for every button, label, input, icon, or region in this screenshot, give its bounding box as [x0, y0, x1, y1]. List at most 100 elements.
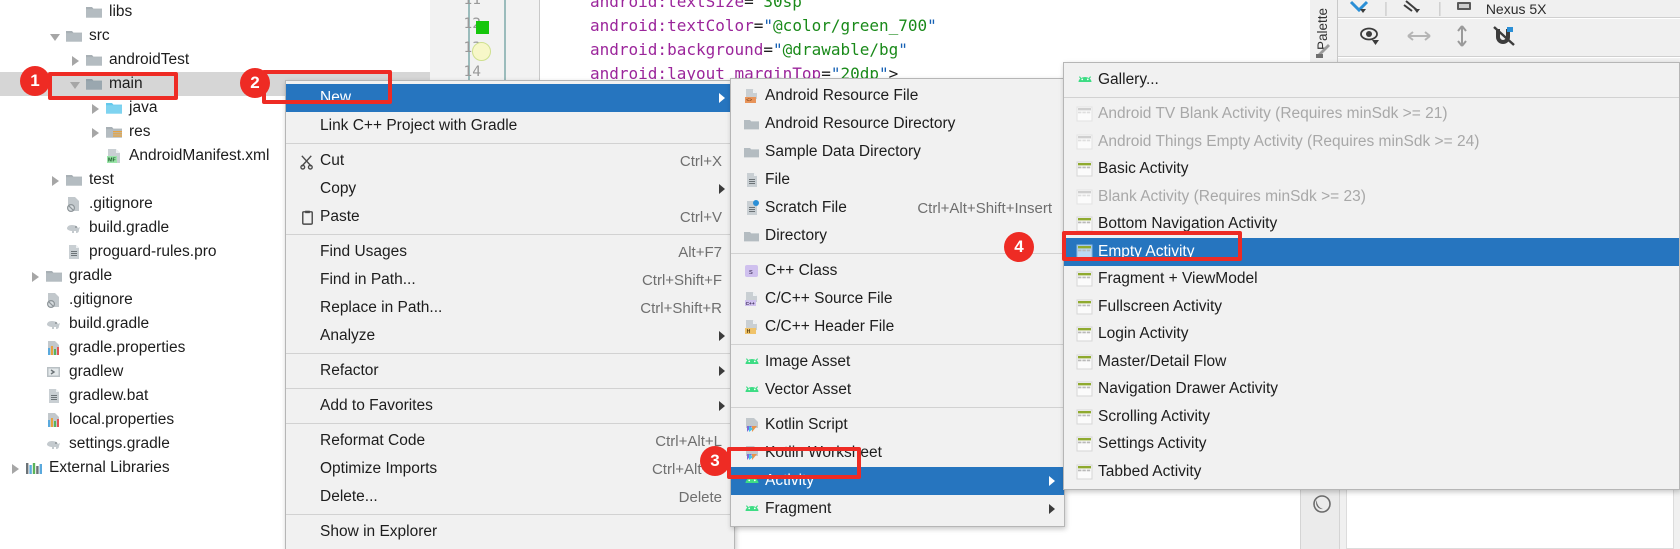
activity-item-tabbed-activity[interactable]: Tabbed Activity — [1064, 458, 1679, 486]
tree-item-androidtest[interactable]: androidTest — [0, 48, 430, 72]
menu-item-reformat-code[interactable]: Reformat Code Ctrl+Alt+L — [286, 427, 734, 455]
color-preview-icon[interactable] — [472, 42, 491, 65]
folder-icon — [739, 228, 765, 244]
menu-item-add-to-favorites[interactable]: Add to Favorites — [286, 392, 734, 420]
new-item-scratch-file[interactable]: Scratch File Ctrl+Alt+Shift+Insert — [731, 194, 1064, 222]
globe-icon[interactable] — [1312, 494, 1332, 514]
tree-twisty-open-icon[interactable] — [70, 79, 81, 90]
tree-twisty-closed-icon[interactable] — [90, 127, 101, 138]
device-label[interactable]: Nexus 5X — [1486, 1, 1547, 17]
cpp-class-icon: s — [739, 263, 765, 279]
new-item-image-asset[interactable]: Image Asset — [731, 348, 1064, 376]
menu-item-show-in-explorer[interactable]: Show in Explorer — [286, 518, 734, 546]
activity-item-empty-activity[interactable]: Empty Activity — [1064, 238, 1679, 266]
preview-toolbar-top[interactable]: | | Nexus 5X — [1338, 0, 1680, 18]
tree-twisty-closed-icon[interactable] — [90, 103, 101, 114]
activity-item-basic-activity[interactable]: Basic Activity — [1064, 156, 1679, 184]
component-tree-icon[interactable] — [1314, 42, 1334, 60]
tree-twisty-closed-icon[interactable] — [30, 271, 41, 282]
menu-item-link-c-project-with-gradle[interactable]: Link C++ Project with Gradle — [286, 112, 734, 140]
tree-item-src[interactable]: src — [0, 24, 430, 48]
activity-item-navigation-drawer-activity[interactable]: Navigation Drawer Activity — [1064, 376, 1679, 404]
menu-item-find-usages[interactable]: Find Usages Alt+F7 — [286, 238, 734, 266]
menu-item-label: Show in Explorer — [320, 523, 438, 540]
tree-item-label: main — [109, 75, 143, 92]
submenu-arrow-icon — [719, 366, 725, 376]
preview-toolbar[interactable] — [1338, 19, 1680, 57]
new-item-android-resource-file[interactable]: <> Android Resource File — [731, 82, 1064, 110]
activity-item-bottom-navigation-activity[interactable]: Bottom Navigation Activity — [1064, 211, 1679, 239]
menu-item-refactor[interactable]: Refactor — [286, 357, 734, 385]
new-item-android-resource-directory[interactable]: Android Resource Directory — [731, 110, 1064, 138]
new-item-c-c-header-file[interactable]: H C/C++ Header File — [731, 313, 1064, 341]
folder-gray-dark-icon — [85, 76, 103, 92]
new-submenu[interactable]: <> Android Resource File Android Resource … — [730, 78, 1065, 527]
blueprint-mode-icon[interactable] — [1402, 0, 1424, 18]
menu-item-optimize-imports[interactable]: Optimize Imports Ctrl+Alt+O — [286, 455, 734, 483]
scissors-icon — [294, 153, 320, 170]
menu-separator — [731, 407, 1064, 408]
menu-item-copy[interactable]: Copy — [286, 175, 734, 203]
activity-item-master-detail-flow[interactable]: Master/Detail Flow — [1064, 348, 1679, 376]
menu-item-label: Image Asset — [765, 353, 851, 370]
menu-item-delete[interactable]: Delete... Delete — [286, 483, 734, 511]
scratch-file-icon — [739, 200, 765, 216]
menu-item-label: C/C++ Source File — [765, 290, 893, 307]
text-file-icon — [45, 388, 63, 404]
tree-twisty-none-icon — [50, 199, 61, 210]
template-icon — [1072, 299, 1098, 315]
context-menu[interactable]: New Link C++ Project with Gradle Cut Ctrl+X… — [285, 80, 735, 549]
new-item-kotlin-script[interactable]: Kotlin Script — [731, 411, 1064, 439]
menu-item-label: Sample Data Directory — [765, 143, 921, 160]
tree-item-label: .gitignore — [69, 291, 133, 308]
new-item-activity[interactable]: Activity — [731, 467, 1064, 495]
eye-dropdown-icon[interactable] — [1360, 26, 1384, 50]
tree-twisty-closed-icon[interactable] — [10, 463, 21, 474]
menu-separator — [731, 344, 1064, 345]
breakpoint-marker-icon[interactable] — [476, 21, 489, 38]
activity-item-fragment-viewmodel[interactable]: Fragment + ViewModel — [1064, 266, 1679, 294]
new-item-fragment[interactable]: Fragment — [731, 495, 1064, 523]
menu-item-label: Basic Activity — [1098, 160, 1189, 178]
activity-item-login-activity[interactable]: Login Activity — [1064, 321, 1679, 349]
submenu-arrow-icon — [719, 401, 725, 411]
menu-separator — [286, 234, 734, 235]
tree-twisty-none-icon — [30, 295, 41, 306]
folder-icon — [739, 144, 765, 160]
new-item-c-c-source-file[interactable]: C++ C/C++ Source File — [731, 285, 1064, 313]
gitignore-icon — [65, 196, 83, 212]
design-mode-icon[interactable] — [1348, 0, 1370, 18]
menu-item-label: Navigation Drawer Activity — [1098, 380, 1279, 398]
new-item-vector-asset[interactable]: Vector Asset — [731, 376, 1064, 404]
android-icon — [739, 382, 765, 398]
menu-item-replace-in-path[interactable]: Replace in Path... Ctrl+Shift+R — [286, 294, 734, 322]
activity-item-scrolling-activity[interactable]: Scrolling Activity — [1064, 403, 1679, 431]
libraries-icon — [25, 460, 43, 476]
tree-item-libs[interactable]: libs — [0, 0, 430, 24]
menu-item-cut[interactable]: Cut Ctrl+X — [286, 147, 734, 175]
menu-item-find-in-path[interactable]: Find in Path... Ctrl+Shift+F — [286, 266, 734, 294]
menu-item-paste[interactable]: Paste Ctrl+V — [286, 203, 734, 231]
activity-item-settings-activity[interactable]: Settings Activity — [1064, 431, 1679, 459]
activity-item-gallery[interactable]: Gallery... — [1064, 66, 1679, 94]
activity-submenu[interactable]: Gallery... Android TV Blank Activity (Req… — [1063, 62, 1680, 490]
new-item-sample-data-directory[interactable]: Sample Data Directory — [731, 138, 1064, 166]
magnet-off-icon[interactable] — [1492, 25, 1516, 51]
menu-item-new[interactable]: New — [286, 84, 734, 112]
vertical-arrows-icon[interactable] — [1454, 24, 1470, 52]
folder-gray-icon — [85, 52, 103, 68]
new-item-file[interactable]: File — [731, 166, 1064, 194]
tree-item-label: build.gradle — [69, 315, 150, 332]
menu-item-label: Login Activity — [1098, 325, 1189, 343]
activity-item-fullscreen-activity[interactable]: Fullscreen Activity — [1064, 293, 1679, 321]
submenu-arrow-icon — [719, 93, 725, 103]
new-item-kotlin-worksheet[interactable]: Kotlin Worksheet — [731, 439, 1064, 467]
tree-twisty-closed-icon[interactable] — [70, 55, 81, 66]
horizontal-arrows-icon[interactable] — [1406, 28, 1432, 48]
tree-twisty-open-icon[interactable] — [50, 31, 61, 42]
menu-item-label: Settings Activity — [1098, 435, 1207, 453]
template-icon — [1072, 436, 1098, 452]
menu-item-analyze[interactable]: Analyze — [286, 322, 734, 350]
tree-twisty-closed-icon[interactable] — [50, 175, 61, 186]
submenu-arrow-icon — [719, 331, 725, 341]
